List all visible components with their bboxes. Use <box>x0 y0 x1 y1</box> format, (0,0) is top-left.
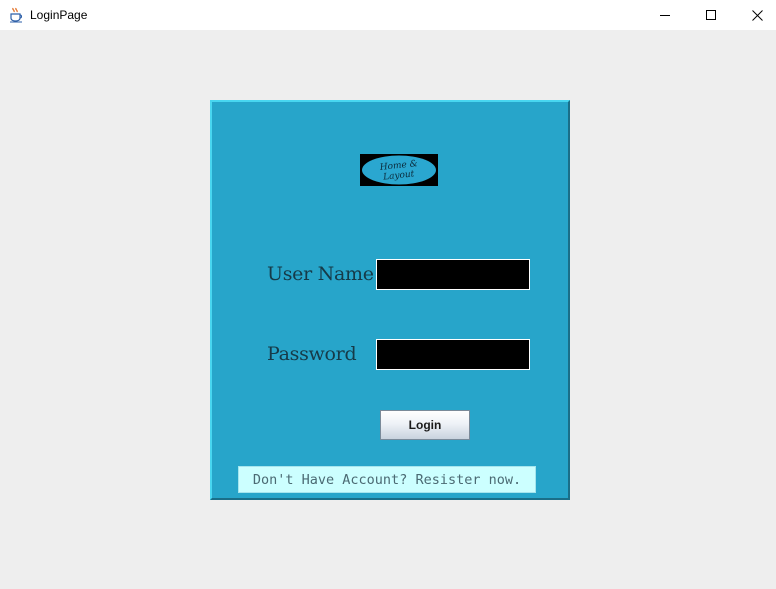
window-title: LoginPage <box>30 8 88 22</box>
username-field[interactable] <box>376 259 530 290</box>
home-and-layout-logo: Home & Layout <box>360 154 438 186</box>
minimize-button[interactable] <box>642 0 688 30</box>
password-label: Password <box>267 343 357 365</box>
login-panel: Home & Layout User Name Password Login D… <box>210 100 570 500</box>
maximize-icon <box>706 10 716 20</box>
java-cup-icon <box>8 7 24 23</box>
close-button[interactable] <box>734 0 776 30</box>
password-field[interactable] <box>376 339 530 370</box>
username-label: User Name <box>267 263 374 285</box>
close-icon <box>751 9 763 21</box>
login-button[interactable]: Login <box>380 410 470 440</box>
register-link[interactable]: Don't Have Account? Resister now. <box>238 466 536 493</box>
title-bar: LoginPage <box>0 0 776 30</box>
minimize-icon <box>660 15 670 16</box>
maximize-button[interactable] <box>688 0 734 30</box>
